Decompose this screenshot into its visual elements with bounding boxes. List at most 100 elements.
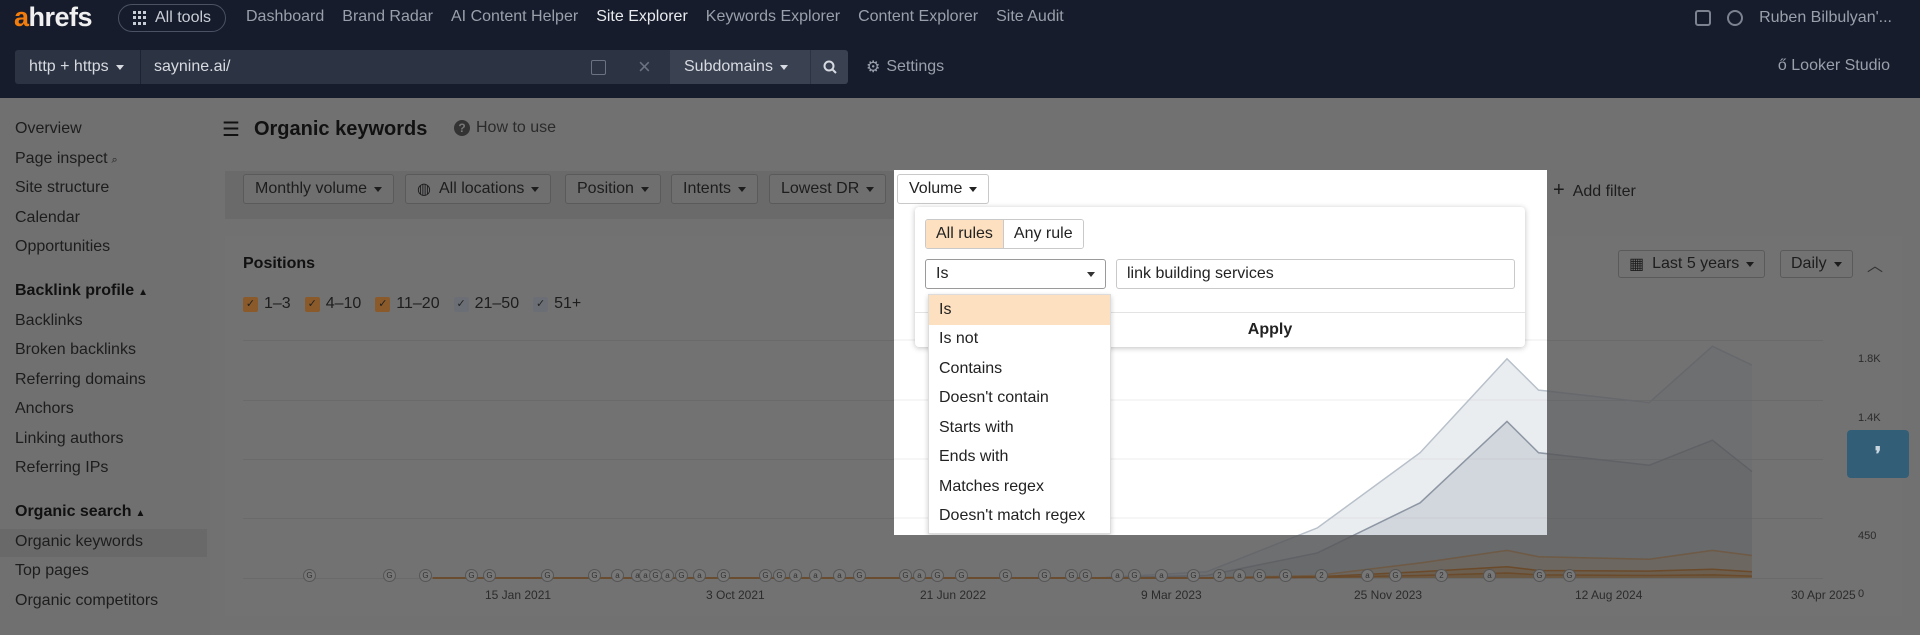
- sidebar-item-organic-competitors[interactable]: Organic competitors: [15, 592, 158, 610]
- event-marker[interactable]: a: [611, 569, 624, 582]
- event-marker[interactable]: G: [853, 569, 866, 582]
- nav-link-brand-radar[interactable]: Brand Radar: [342, 8, 433, 26]
- event-marker[interactable]: G: [759, 569, 772, 582]
- chat-button[interactable]: ❜: [1847, 430, 1909, 478]
- event-marker[interactable]: G: [931, 569, 944, 582]
- sidebar-item-backlinks[interactable]: Backlinks: [15, 312, 83, 330]
- event-marker[interactable]: a: [833, 569, 846, 582]
- event-marker[interactable]: G: [899, 569, 912, 582]
- event-marker[interactable]: G: [1279, 569, 1292, 582]
- nav-link-site-explorer[interactable]: Site Explorer: [596, 8, 688, 26]
- all-locations-filter-button[interactable]: ◍ All locations: [405, 174, 552, 204]
- sidebar-item-opportunities[interactable]: Opportunities: [15, 238, 110, 256]
- sidebar-item-linking-authors[interactable]: Linking authors: [15, 430, 124, 448]
- event-marker[interactable]: a: [1233, 569, 1246, 582]
- intents-filter-button[interactable]: Intents: [671, 174, 759, 204]
- sidebar-item-top-pages[interactable]: Top pages: [15, 562, 89, 580]
- event-marker[interactable]: 2: [1315, 569, 1328, 582]
- operator-option-doesn-t-contain[interactable]: Doesn't contain: [929, 384, 1110, 414]
- event-marker[interactable]: a: [913, 569, 926, 582]
- legend-item-3[interactable]: ✓ 21–50: [453, 295, 519, 313]
- volume-filter-button[interactable]: Volume: [897, 174, 990, 204]
- nav-link-dashboard[interactable]: Dashboard: [246, 8, 324, 26]
- nav-link-ai-content-helper[interactable]: AI Content Helper: [451, 8, 578, 26]
- event-marker[interactable]: G: [1187, 569, 1200, 582]
- menu-icon[interactable]: ☰: [222, 117, 240, 142]
- event-marker[interactable]: G: [465, 569, 478, 582]
- protocol-select[interactable]: http + https: [15, 50, 140, 84]
- sidebar-item-overview[interactable]: Overview: [15, 120, 82, 138]
- event-marker[interactable]: a: [1155, 569, 1168, 582]
- external-link-icon[interactable]: [591, 60, 606, 75]
- operator-option-matches-regex[interactable]: Matches regex: [929, 472, 1110, 502]
- keyword-value-input[interactable]: link building services: [1116, 259, 1515, 289]
- legend-item-0[interactable]: ✓ 1–3: [243, 295, 291, 313]
- sidebar-item-broken-backlinks[interactable]: Broken backlinks: [15, 341, 136, 359]
- legend-item-4[interactable]: ✓ 51+: [533, 295, 581, 313]
- event-marker[interactable]: G: [383, 569, 396, 582]
- date-range-select[interactable]: ▦ Last 5 years: [1618, 250, 1766, 278]
- operator-option-doesn-t-match-regex[interactable]: Doesn't match regex: [929, 502, 1110, 532]
- event-marker[interactable]: G: [1389, 569, 1402, 582]
- event-marker[interactable]: G: [955, 569, 968, 582]
- sidebar-item-organic-keywords[interactable]: Organic keywords: [15, 533, 143, 551]
- nav-link-keywords-explorer[interactable]: Keywords Explorer: [706, 8, 840, 26]
- ahrefs-logo[interactable]: ahrefs: [14, 2, 93, 33]
- event-marker[interactable]: G: [483, 569, 496, 582]
- event-marker[interactable]: a: [809, 569, 822, 582]
- sidebar-item-site-structure[interactable]: Site structure: [15, 179, 109, 197]
- close-icon[interactable]: ×: [638, 54, 651, 80]
- event-marker[interactable]: 2: [1213, 569, 1226, 582]
- event-marker[interactable]: G: [773, 569, 786, 582]
- book-icon[interactable]: [1695, 10, 1712, 26]
- nav-link-content-explorer[interactable]: Content Explorer: [858, 8, 978, 26]
- sidebar-item-calendar[interactable]: Calendar: [15, 209, 80, 227]
- operator-option-is-not[interactable]: Is not: [929, 325, 1110, 355]
- looker-studio-button[interactable]: ő Looker Studio: [1778, 57, 1890, 75]
- all-rules-option[interactable]: All rules: [926, 220, 1003, 248]
- sidebar-section-organic-search[interactable]: Organic search ▲: [15, 503, 145, 521]
- legend-item-2[interactable]: ✓ 11–20: [375, 295, 440, 313]
- all-tools-button[interactable]: All tools: [118, 4, 227, 32]
- event-marker[interactable]: G: [1038, 569, 1051, 582]
- operator-select[interactable]: Is: [925, 259, 1106, 289]
- sidebar-item-page-inspect[interactable]: Page inspect ⌕: [15, 150, 118, 168]
- settings-button[interactable]: ⚙ Settings: [866, 57, 944, 77]
- how-to-use-link[interactable]: ? How to use: [454, 119, 556, 137]
- sidebar-section-backlink-profile[interactable]: Backlink profile ▲: [15, 282, 148, 300]
- lowest-dr-filter-button[interactable]: Lowest DR: [769, 174, 887, 204]
- event-marker[interactable]: G: [303, 569, 316, 582]
- operator-option-ends-with[interactable]: Ends with: [929, 443, 1110, 473]
- event-marker[interactable]: a: [661, 569, 674, 582]
- add-filter-button[interactable]: + Add filter: [1553, 179, 1636, 202]
- event-marker[interactable]: a: [1111, 569, 1124, 582]
- event-marker[interactable]: G: [1533, 569, 1546, 582]
- search-button[interactable]: [810, 50, 848, 84]
- event-marker[interactable]: G: [1563, 569, 1576, 582]
- operator-option-starts-with[interactable]: Starts with: [929, 413, 1110, 443]
- event-marker[interactable]: 2: [1435, 569, 1448, 582]
- event-marker[interactable]: G: [999, 569, 1012, 582]
- operator-option-contains[interactable]: Contains: [929, 354, 1110, 384]
- event-marker[interactable]: a: [1361, 569, 1374, 582]
- event-marker[interactable]: a: [1483, 569, 1496, 582]
- event-marker[interactable]: G: [675, 569, 688, 582]
- nav-link-site-audit[interactable]: Site Audit: [996, 8, 1064, 26]
- operator-option-is[interactable]: Is: [929, 295, 1110, 325]
- event-marker[interactable]: G: [1253, 569, 1266, 582]
- event-marker[interactable]: a: [789, 569, 802, 582]
- legend-item-1[interactable]: ✓ 4–10: [304, 295, 361, 313]
- sidebar-item-anchors[interactable]: Anchors: [15, 400, 74, 418]
- event-marker[interactable]: G: [717, 569, 730, 582]
- collapse-icon[interactable]: ︿: [1867, 252, 1883, 276]
- user-menu[interactable]: Ruben Bilbulyan'...: [1759, 9, 1892, 27]
- event-marker[interactable]: G: [1128, 569, 1141, 582]
- credits-icon[interactable]: [1727, 10, 1744, 26]
- event-marker[interactable]: G: [1079, 569, 1092, 582]
- event-marker[interactable]: G: [541, 569, 554, 582]
- event-marker[interactable]: a: [693, 569, 706, 582]
- event-marker[interactable]: G: [1065, 569, 1078, 582]
- interval-select[interactable]: Daily: [1780, 250, 1853, 278]
- sidebar-item-referring-ips[interactable]: Referring IPs: [15, 459, 108, 477]
- monthly-volume-filter-button[interactable]: Monthly volume: [243, 174, 395, 204]
